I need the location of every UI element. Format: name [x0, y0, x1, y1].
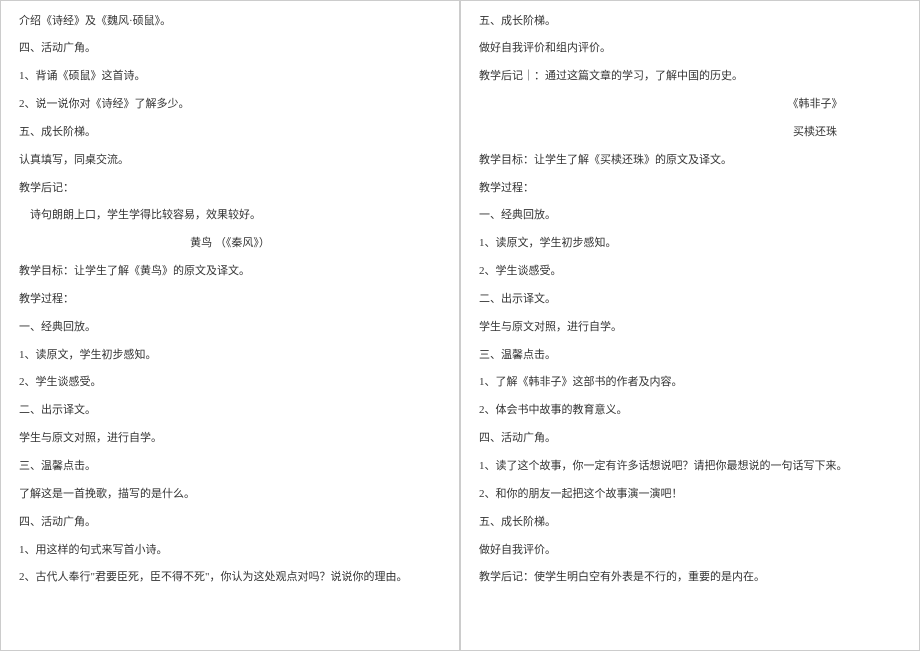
text-line: 教学过程： — [479, 181, 901, 196]
text-line: 五、成长阶梯。 — [479, 515, 901, 530]
text-line: 教学目标：让学生了解《黄鸟》的原文及译文。 — [19, 264, 441, 279]
text-line: 一、经典回放。 — [19, 320, 441, 335]
text-line: 2、学生谈感受。 — [19, 375, 441, 390]
text-line: 1、用这样的句式来写首小诗。 — [19, 543, 441, 558]
text-line: 2、体会书中故事的教育意义。 — [479, 403, 901, 418]
text-line: 2、学生谈感受。 — [479, 264, 901, 279]
text-line: 教学目标：让学生了解《买椟还珠》的原文及译文。 — [479, 153, 901, 168]
heading-line: 黄鸟 （《秦风》） — [19, 236, 441, 251]
text-line: 三、温馨点击。 — [479, 348, 901, 363]
text-line: 2、说一说你对《诗经》了解多少。 — [19, 97, 441, 112]
text-line: 一、经典回放。 — [479, 208, 901, 223]
text-line: 1、读原文，学生初步感知。 — [19, 348, 441, 363]
text-line: 2、和你的朋友一起把这个故事演一演吧！ — [479, 487, 901, 502]
text-line: 五、成长阶梯。 — [479, 14, 901, 29]
text-line: 三、温馨点击。 — [19, 459, 441, 474]
text-line: 2、古代人奉行"君要臣死，臣不得不死"，你认为这处观点对吗？说说你的理由。 — [19, 570, 441, 585]
text-line: 1、背诵《硕鼠》这首诗。 — [19, 69, 441, 84]
text-line: 1、读原文，学生初步感知。 — [479, 236, 901, 251]
text-line: 四、活动广角。 — [19, 515, 441, 530]
text-line: 了解这是一首挽歌，描写的是什么。 — [19, 487, 441, 502]
heading-line: 买椟还珠 — [479, 125, 901, 140]
text-line: 做好自我评价和组内评价。 — [479, 41, 901, 56]
text-line: 认真填写，同桌交流。 — [19, 153, 441, 168]
text-line: 教学过程： — [19, 292, 441, 307]
right-page: 五、成长阶梯。 做好自我评价和组内评价。 教学后记｜：通过这篇文章的学习，了解中… — [460, 0, 920, 651]
text-line: 四、活动广角。 — [479, 431, 901, 446]
text-line: 诗句朗朗上口，学生学得比较容易，效果较好。 — [19, 208, 441, 223]
text-line: 做好自我评价。 — [479, 543, 901, 558]
text-line: 学生与原文对照，进行自学。 — [19, 431, 441, 446]
text-line: 1、了解《韩非子》这部书的作者及内容。 — [479, 375, 901, 390]
heading-line: 《韩非子》 — [479, 97, 901, 112]
text-line: 教学后记： — [19, 181, 441, 196]
text-line: 四、活动广角。 — [19, 41, 441, 56]
text-line: 1、读了这个故事，你一定有许多话想说吧？请把你最想说的一句话写下来。 — [479, 459, 901, 474]
text-line: 介绍《诗经》及《魏风·硕鼠》。 — [19, 14, 441, 29]
text-line: 学生与原文对照，进行自学。 — [479, 320, 901, 335]
text-line: 二、出示译文。 — [19, 403, 441, 418]
text-line: 教学后记：使学生明白空有外表是不行的，重要的是内在。 — [479, 570, 901, 585]
left-page: 介绍《诗经》及《魏风·硕鼠》。 四、活动广角。 1、背诵《硕鼠》这首诗。 2、说… — [0, 0, 460, 651]
text-line: 二、出示译文。 — [479, 292, 901, 307]
text-line: 五、成长阶梯。 — [19, 125, 441, 140]
text-line: 教学后记｜：通过这篇文章的学习，了解中国的历史。 — [479, 69, 901, 84]
